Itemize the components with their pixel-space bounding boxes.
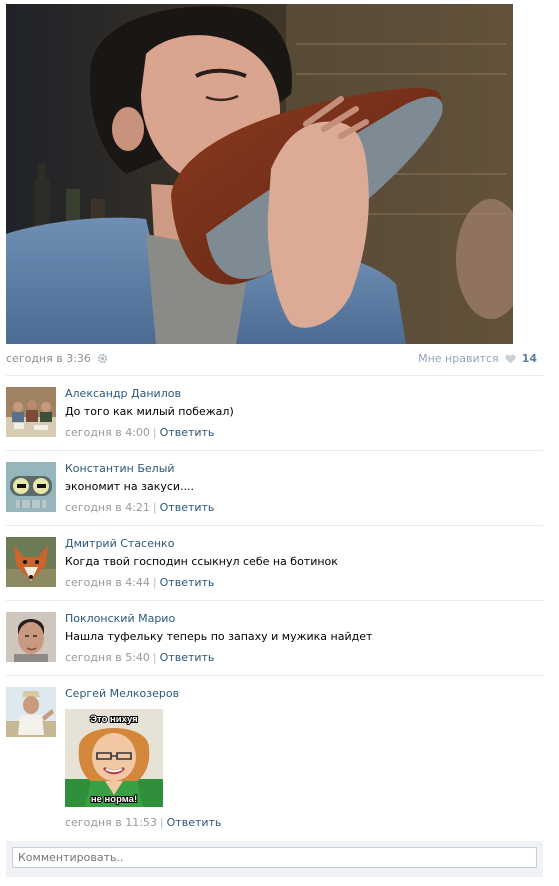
separator: | <box>152 501 157 514</box>
avatar[interactable] <box>6 387 56 437</box>
avatar-image <box>6 387 56 437</box>
like-count: 14 <box>521 352 537 365</box>
sticker-image[interactable]: Это нихуя не норма! <box>65 709 163 807</box>
avatar-image <box>6 612 56 662</box>
comment-author[interactable]: Александр Данилов <box>65 387 535 401</box>
comment-time[interactable]: сегодня в 11:53 <box>65 816 157 829</box>
comment-time[interactable]: сегодня в 4:21 <box>65 501 150 514</box>
comment-input-bar <box>6 841 543 877</box>
comment-text: До того как милый побежал) <box>65 405 234 418</box>
divider <box>6 450 543 451</box>
avatar-image <box>6 537 56 587</box>
comment-item: Александр Данилов До того как милый побе… <box>6 387 543 439</box>
post-date[interactable]: сегодня в 3:36 <box>6 352 108 365</box>
sticker-top-text: Это нихуя <box>90 714 137 725</box>
reply-link[interactable]: Ответить <box>160 651 215 664</box>
divider <box>6 600 543 601</box>
reply-link[interactable]: Ответить <box>160 426 215 439</box>
avatar[interactable] <box>6 687 56 737</box>
reply-link[interactable]: Ответить <box>160 576 215 589</box>
post-photo[interactable] <box>6 4 513 344</box>
divider <box>6 675 543 676</box>
comment-item: Константин Белый экономит на закуси.... … <box>6 462 543 514</box>
comment-time[interactable]: сегодня в 4:44 <box>65 576 150 589</box>
comment-author[interactable]: Дмитрий Стасенко <box>65 537 535 551</box>
comment-item: Поклонский Марио Нашла туфельку теперь п… <box>6 612 543 664</box>
reply-link[interactable]: Ответить <box>160 501 215 514</box>
reply-link[interactable]: Ответить <box>167 816 222 829</box>
divider <box>6 525 543 526</box>
comment-time[interactable]: сегодня в 5:40 <box>65 651 150 664</box>
post-date-text: сегодня в 3:36 <box>6 352 91 365</box>
avatar-image <box>6 687 56 737</box>
like-label: Мне нравится <box>418 352 499 365</box>
separator: | <box>152 426 157 439</box>
gear-icon[interactable] <box>97 353 108 364</box>
sticker-bottom-text: не норма! <box>91 794 137 805</box>
avatar[interactable] <box>6 537 56 587</box>
separator: | <box>152 651 157 664</box>
like-button[interactable]: Мне нравится 14 <box>418 352 537 365</box>
avatar[interactable] <box>6 462 56 512</box>
comment-author[interactable]: Поклонский Марио <box>65 612 535 626</box>
comment-author[interactable]: Константин Белый <box>65 462 535 476</box>
divider <box>6 375 543 376</box>
comment-text: Нашла туфельку теперь по запаху и мужика… <box>65 630 373 643</box>
avatar[interactable] <box>6 612 56 662</box>
comment-author[interactable]: Сергей Мелкозеров <box>65 687 535 701</box>
sticker-illustration: Это нихуя не норма! <box>65 709 163 807</box>
post-photo-image <box>6 4 513 344</box>
separator: | <box>159 816 164 829</box>
heart-icon <box>505 354 516 364</box>
comment-input[interactable] <box>12 847 537 868</box>
post-meta: сегодня в 3:36 Мне нравится 14 <box>6 351 537 367</box>
comment-item: Сергей Мелкозеров Это нихуя не норма! се… <box>6 687 543 832</box>
avatar-image <box>6 462 56 512</box>
comment-text: Когда твой господин ссыкнул себе на боти… <box>65 555 338 568</box>
comment-item: Дмитрий Стасенко Когда твой господин ссы… <box>6 537 543 589</box>
comment-text: экономит на закуси.... <box>65 480 195 493</box>
comment-time[interactable]: сегодня в 4:00 <box>65 426 150 439</box>
separator: | <box>152 576 157 589</box>
